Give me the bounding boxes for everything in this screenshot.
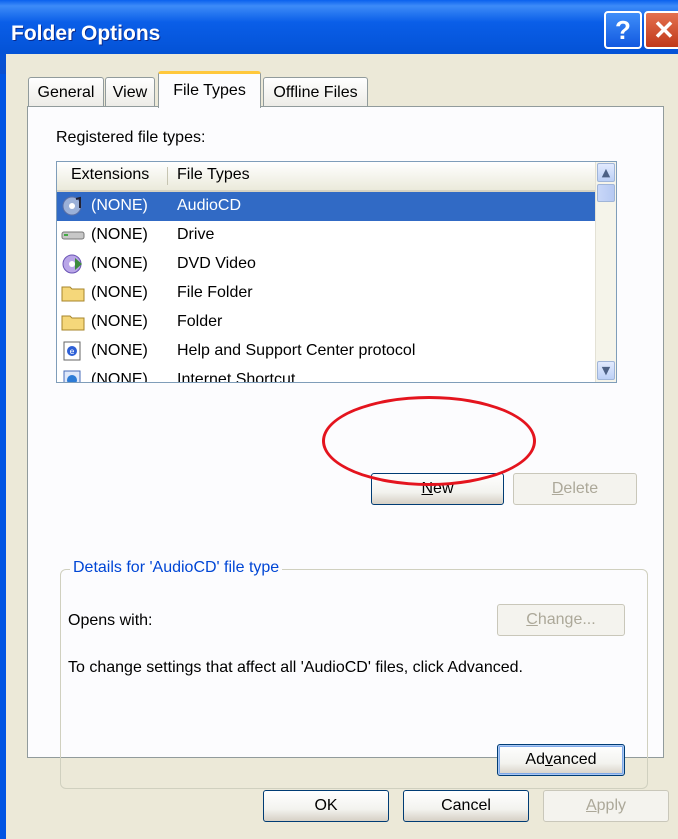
- row-type: DVD Video: [177, 255, 256, 272]
- delete-button[interactable]: Delete: [513, 473, 637, 505]
- internet-shortcut-icon: [63, 370, 81, 382]
- tab-general[interactable]: General: [28, 77, 104, 107]
- registered-file-types-label: Registered file types:: [56, 129, 205, 147]
- advanced-button-accel: v: [544, 751, 553, 768]
- drive-icon: [61, 231, 85, 240]
- row-extension: (NONE): [91, 255, 148, 272]
- list-item[interactable]: e (NONE) Help and Support Center protoco…: [57, 337, 597, 366]
- delete-button-suffix: elete: [563, 480, 599, 497]
- scroll-up-button[interactable]: ▲: [597, 163, 615, 182]
- list-item[interactable]: (NONE) AudioCD: [57, 192, 597, 221]
- change-button-suffix: hange...: [537, 611, 596, 628]
- audio-cd-icon: [62, 196, 82, 216]
- tab-offline-files[interactable]: Offline Files: [263, 77, 368, 107]
- tab-view[interactable]: View: [105, 77, 155, 107]
- delete-button-accel: D: [551, 480, 564, 497]
- list-item[interactable]: (NONE) Internet Shortcut: [57, 366, 597, 383]
- scroll-down-button[interactable]: ▼: [597, 361, 615, 380]
- row-extension: (NONE): [91, 371, 148, 383]
- row-type: Drive: [177, 226, 215, 243]
- advanced-button-suffix: anced: [552, 751, 597, 768]
- details-legend: Details for 'AudioCD' file type: [70, 559, 283, 577]
- row-type: Help and Support Center protocol: [177, 342, 416, 359]
- row-type: File Folder: [177, 284, 253, 301]
- row-extension: (NONE): [91, 197, 148, 214]
- column-divider[interactable]: [167, 167, 168, 185]
- apply-button-suffix: pply: [596, 797, 627, 814]
- svg-text:e: e: [70, 347, 75, 356]
- help-document-icon: e: [63, 341, 81, 361]
- list-item[interactable]: (NONE) DVD Video: [57, 250, 597, 279]
- change-button[interactable]: Change...: [497, 604, 625, 636]
- file-types-list[interactable]: Extensions File Types (NONE) AudioCD (NO…: [56, 161, 617, 383]
- list-item[interactable]: (NONE) File Folder: [57, 279, 597, 308]
- help-button[interactable]: ?: [604, 11, 642, 49]
- row-extension: (NONE): [91, 313, 148, 330]
- folder-options-window: Folder Options ? ✕ General View File Typ…: [0, 0, 678, 839]
- list-item[interactable]: (NONE) Folder: [57, 308, 597, 337]
- column-file-types[interactable]: File Types: [177, 166, 250, 184]
- chevron-down-icon: ▼: [601, 364, 611, 377]
- row-extension: (NONE): [91, 226, 148, 243]
- advanced-button-prefix: Ad: [525, 751, 545, 768]
- row-type: Internet Shortcut: [177, 371, 296, 383]
- window-title: Folder Options: [11, 22, 161, 45]
- column-extensions[interactable]: Extensions: [71, 166, 149, 184]
- list-header: Extensions File Types: [57, 162, 597, 192]
- ok-button[interactable]: OK: [263, 790, 389, 822]
- registered-file-types-text: Registered file types:: [56, 129, 206, 146]
- row-extension: (NONE): [91, 284, 148, 301]
- apply-button[interactable]: Apply: [543, 790, 669, 822]
- row-type: AudioCD: [177, 197, 242, 214]
- annotation-ellipse: [322, 396, 536, 486]
- folder-icon: [61, 315, 85, 331]
- cancel-button[interactable]: Cancel: [403, 790, 529, 822]
- tab-file-types[interactable]: File Types: [158, 71, 261, 108]
- row-type: Folder: [177, 313, 223, 330]
- chevron-up-icon: ▲: [601, 166, 611, 179]
- dvd-icon: [62, 254, 82, 274]
- close-button[interactable]: ✕: [644, 11, 678, 49]
- list-scrollbar[interactable]: ▲ ▼: [595, 162, 616, 382]
- opens-with-label: Opens with:: [68, 612, 153, 629]
- details-description: To change settings that affect all 'Audi…: [68, 659, 523, 676]
- folder-icon: [61, 286, 85, 302]
- change-button-accel: C: [526, 611, 538, 628]
- advanced-button[interactable]: Ad v anced: [497, 744, 625, 776]
- apply-button-accel: A: [585, 797, 597, 814]
- scroll-thumb[interactable]: [597, 184, 615, 202]
- list-item[interactable]: (NONE) Drive: [57, 221, 597, 250]
- row-extension: (NONE): [91, 342, 148, 359]
